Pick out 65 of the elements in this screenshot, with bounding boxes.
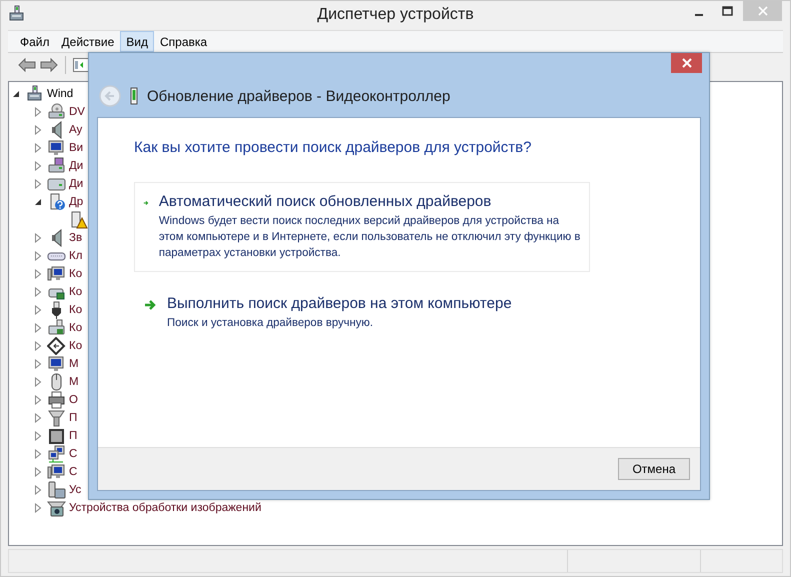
expander-icon[interactable] (11, 89, 21, 99)
monitor-icon (47, 355, 66, 373)
tree-item[interactable]: Ко (69, 286, 82, 298)
computer-icon (47, 265, 66, 283)
tree-item[interactable]: Кл (69, 250, 82, 262)
tree-item[interactable]: О (69, 394, 78, 406)
close-icon (682, 58, 692, 68)
menu-item[interactable]: Действие (56, 31, 120, 52)
close-button[interactable] (671, 53, 702, 73)
warning-device-icon (69, 211, 88, 229)
question-text: Как вы хотите провести поиск драйверов для устройств? (134, 139, 532, 156)
tree-item[interactable]: С (69, 448, 78, 460)
tree-item[interactable]: М (69, 358, 79, 370)
option-title: Автоматический поиск обновленных драйверов (158, 193, 492, 210)
menu-item[interactable]: Справка (154, 31, 214, 52)
tree-item[interactable]: Ди (69, 160, 84, 172)
close-icon (758, 6, 768, 16)
disc-drive-icon (47, 103, 66, 121)
tree-item[interactable]: Wind (47, 88, 74, 100)
tree-item[interactable]: М (69, 376, 79, 388)
option-description: Поиск и установка драйверов вручную. (167, 316, 374, 331)
expander-icon[interactable] (33, 197, 43, 207)
tree-item[interactable]: Ви (69, 142, 84, 154)
tree-item[interactable]: П (69, 430, 78, 442)
tree-item[interactable]: Ко (69, 304, 82, 316)
tree-item[interactable]: DV (69, 106, 85, 118)
tree-item[interactable]: П (69, 412, 78, 424)
forward-arrow-icon (40, 58, 58, 72)
drive-icon (47, 157, 66, 175)
dialog-title: Обновление драйверов - Видеоконтроллер (147, 88, 450, 104)
window-title: Диспетчер устройств (317, 6, 474, 23)
tree-item[interactable]: Ко (69, 322, 82, 334)
panel-icon (73, 58, 89, 72)
back-arrow-icon (18, 58, 36, 72)
network-card-icon (47, 319, 66, 337)
option-description: Windows будет вести поиск последних версий драйверов для устройства на этом компьютере и в Интернете, если пользователь не отключил эту функцию в параметрах установки устройства. (158, 214, 581, 261)
maximize-icon (722, 6, 732, 16)
option-card[interactable] (134, 182, 590, 272)
back-button[interactable] (18, 58, 36, 72)
tree-item[interactable]: Ко (69, 340, 82, 352)
minimize-icon (695, 14, 703, 16)
tree-item[interactable]: Зв (69, 232, 82, 244)
tree-item[interactable]: С (69, 466, 78, 478)
cancel-button[interactable]: Отмена (618, 458, 690, 480)
option-card[interactable]: Выполнить поиск драйверов на этом компьютере Поиск и установка драйверов вручную. (134, 284, 590, 342)
menu-item[interactable]: Вид (120, 31, 154, 52)
camera-icon (47, 499, 66, 517)
arrow-icon (143, 298, 157, 312)
chip-icon (47, 427, 66, 445)
tree-item[interactable]: Ау (69, 124, 82, 136)
tree-item[interactable]: Ко (69, 268, 82, 280)
monitor-icon (47, 139, 66, 157)
phone-icon (47, 481, 66, 499)
tree-item[interactable]: Устройства обработки изображений (69, 502, 262, 514)
device-icon (129, 87, 139, 105)
tree-item[interactable]: Ус (69, 484, 82, 496)
computer-icon (47, 463, 66, 481)
option-title: Выполнить поиск драйверов на этом компьютере (167, 295, 512, 312)
forward-button[interactable] (40, 58, 58, 72)
printer-icon (47, 391, 66, 409)
network-icon (47, 445, 66, 463)
menu-item[interactable]: Файл (14, 31, 56, 52)
computer-icon (25, 85, 44, 103)
tree-item[interactable]: Др (69, 196, 84, 208)
tree-item[interactable]: Ди (69, 178, 84, 190)
